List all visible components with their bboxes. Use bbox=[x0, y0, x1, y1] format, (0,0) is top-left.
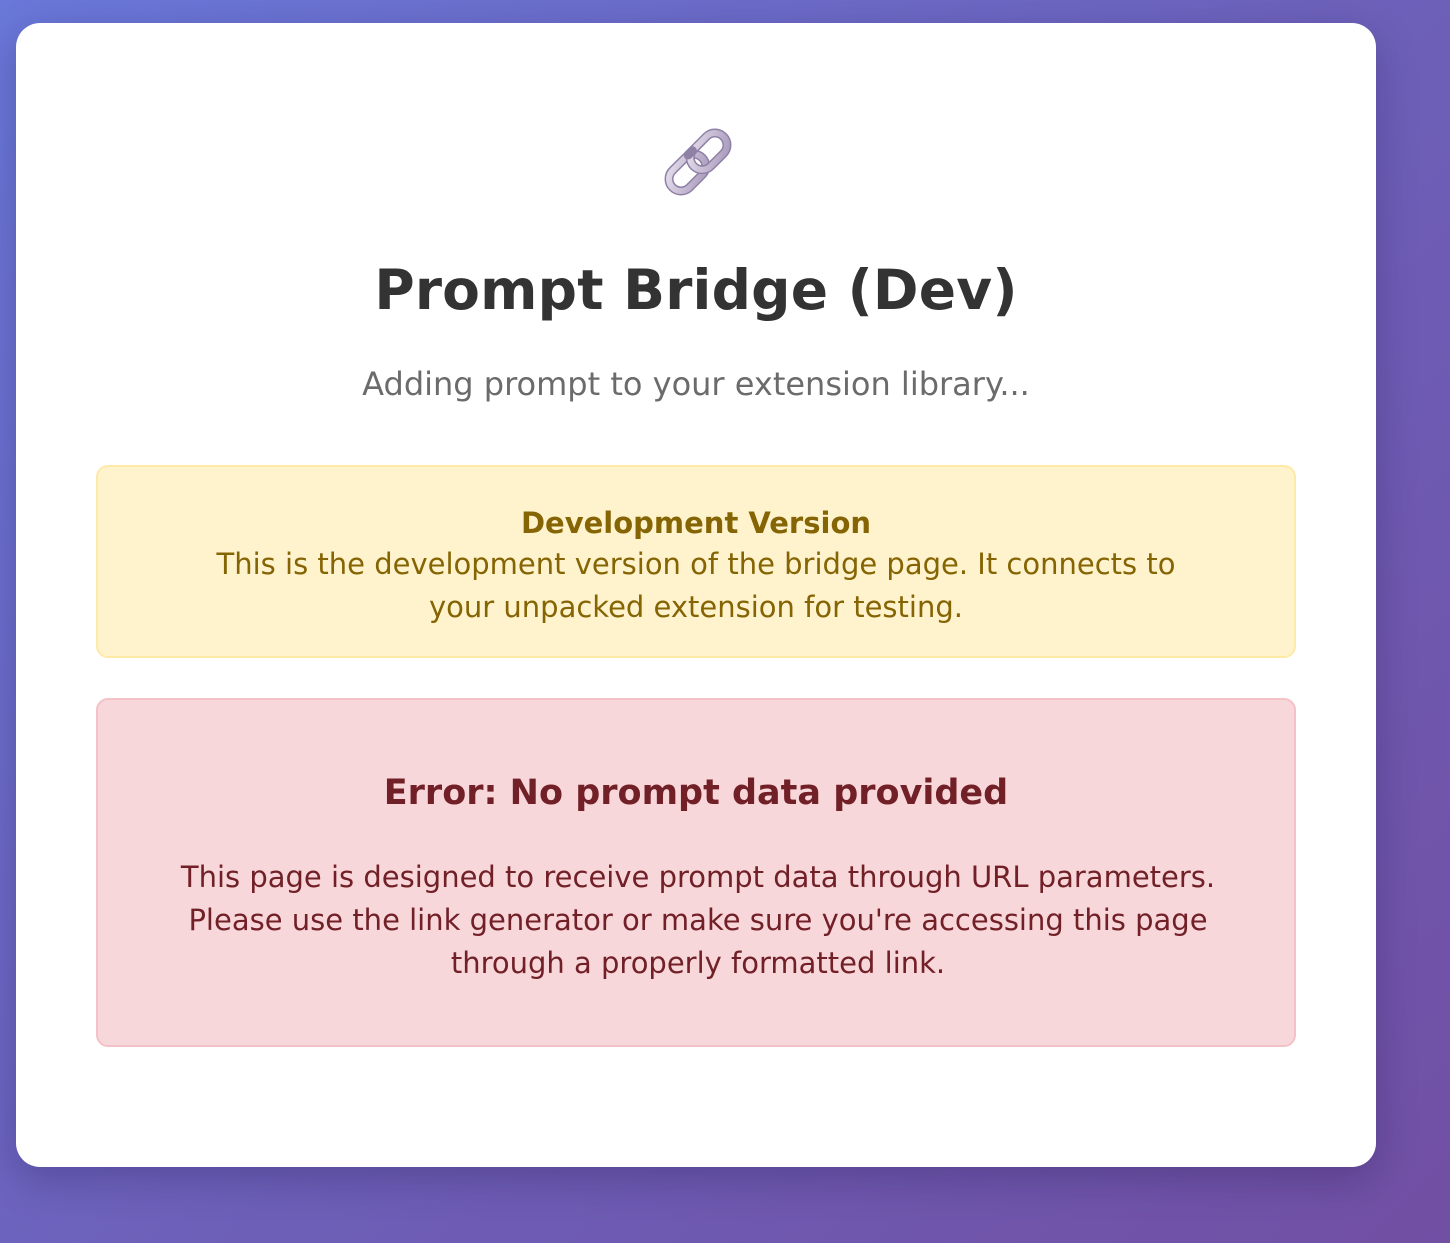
link-icon bbox=[656, 120, 740, 204]
error-panel: Error: No prompt data provided This page… bbox=[96, 698, 1296, 1047]
dev-version-notice: Development Version This is the developm… bbox=[96, 465, 1296, 658]
notice-title: Development Version bbox=[520, 506, 872, 540]
notice-text: This is the development version of the b… bbox=[216, 547, 1176, 624]
page-title: Prompt Bridge (Dev) bbox=[374, 258, 1018, 322]
bridge-card: Prompt Bridge (Dev) Adding prompt to you… bbox=[16, 23, 1376, 1167]
error-title: Error: No prompt data provided bbox=[383, 773, 1009, 813]
error-message: This page is designed to receive prompt … bbox=[180, 860, 1216, 980]
status-subtitle: Adding prompt to your extension library.… bbox=[362, 365, 1030, 403]
